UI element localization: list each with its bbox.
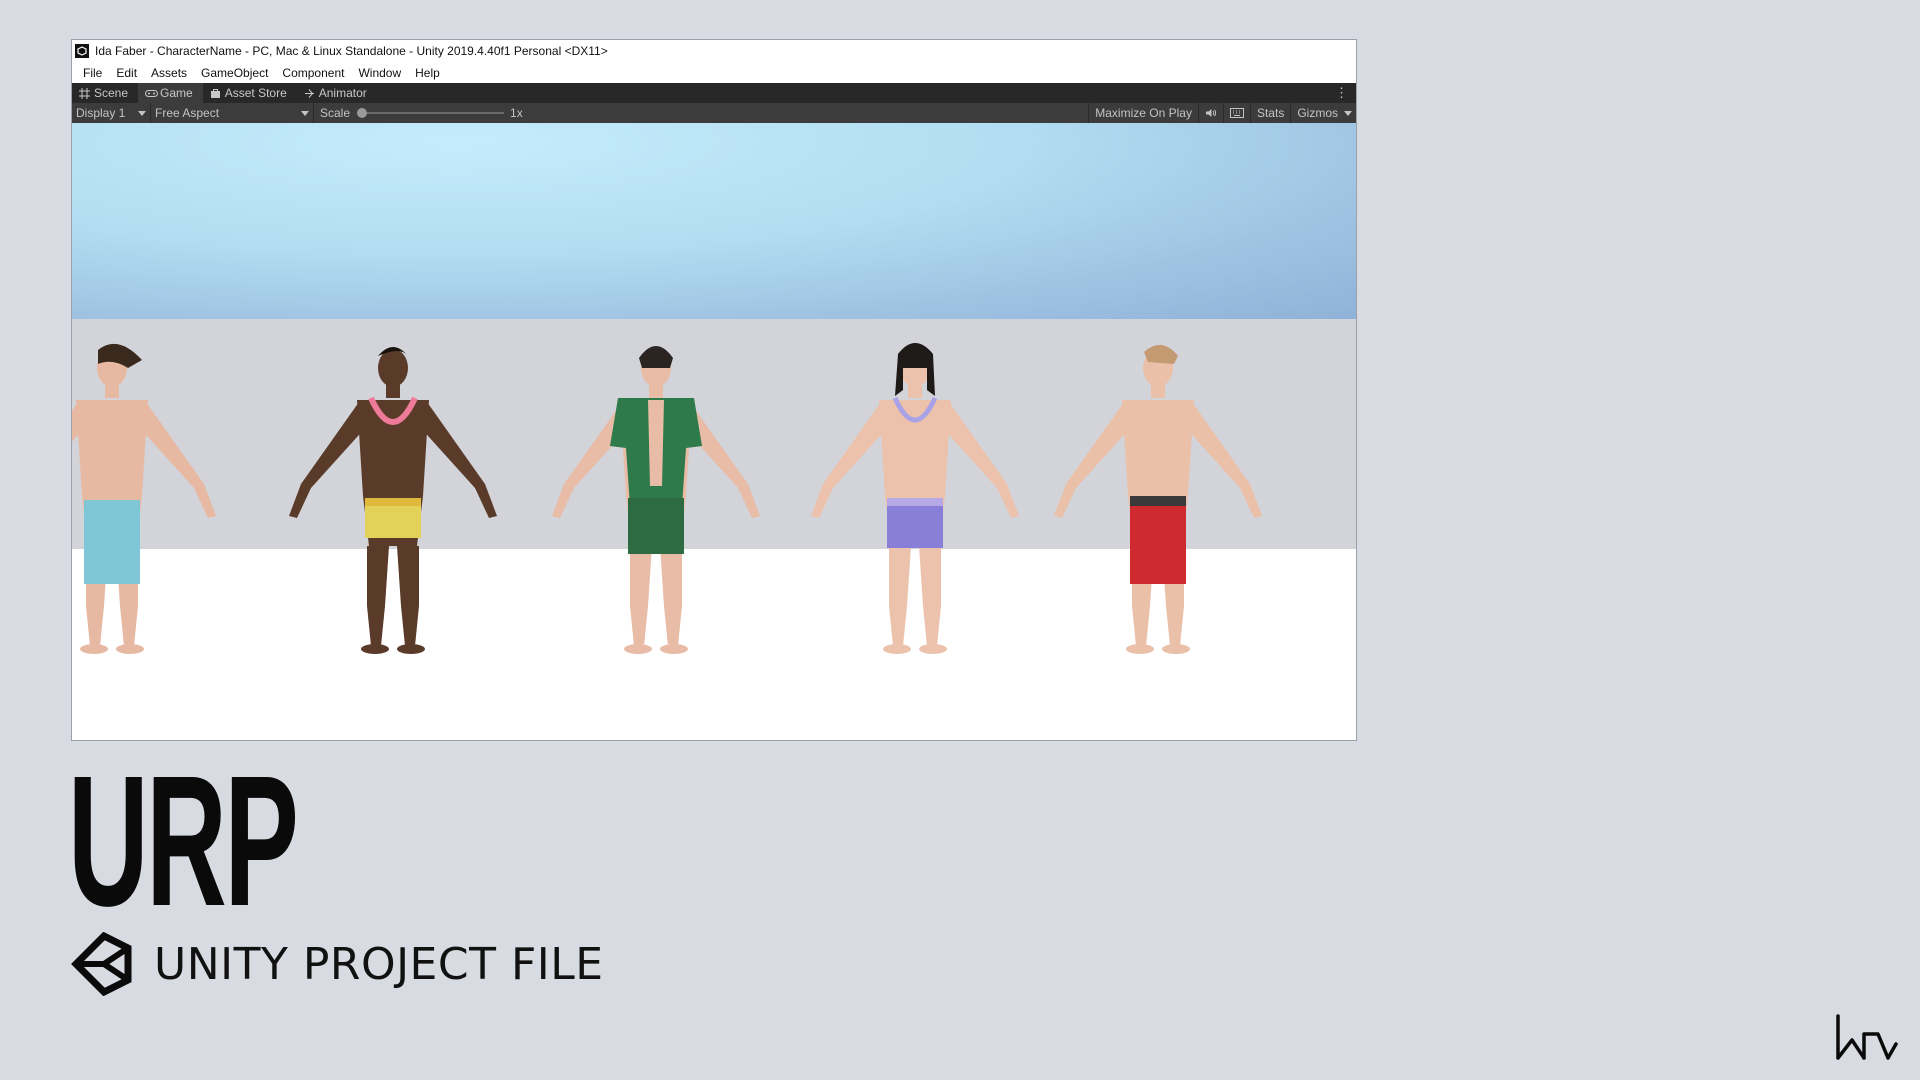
stats-label: Stats: [1256, 106, 1285, 120]
menu-bar: File Edit Assets GameObject Component Wi…: [72, 62, 1356, 83]
scale-slider-handle[interactable]: [357, 108, 368, 118]
scale-label: Scale: [320, 106, 351, 120]
tab-asset-store-label: Asset Store: [224, 86, 287, 100]
mute-audio-toggle[interactable]: [1197, 103, 1223, 123]
keyboard-icon: [1229, 108, 1244, 118]
shortcuts-toggle[interactable]: [1222, 103, 1250, 123]
character-3: [552, 346, 760, 654]
speaker-icon: [1205, 109, 1217, 117]
project-file-subtitle: UNITY PROJECT FILE: [154, 938, 604, 990]
display-dropdown[interactable]: Display 1: [72, 103, 150, 123]
chevron-down-icon: [301, 111, 309, 116]
chevron-down-icon: [1344, 111, 1352, 116]
title-bar: Ida Faber - CharacterName - PC, Mac & Li…: [72, 40, 1356, 62]
character-1: [72, 343, 216, 654]
character-5: [1054, 344, 1262, 654]
kebab-menu-icon[interactable]: ⋮: [1335, 85, 1348, 101]
menu-file[interactable]: File: [76, 66, 109, 80]
game-view-toolbar: Display 1 Free Aspect Scale 1x Maximize …: [72, 103, 1356, 124]
scale-slider[interactable]: [357, 108, 505, 118]
tab-animator[interactable]: Animator: [297, 83, 377, 103]
subtitle-row: UNITY PROJECT FILE: [70, 932, 604, 996]
menu-edit[interactable]: Edit: [109, 66, 144, 80]
window-title: Ida Faber - CharacterName - PC, Mac & Li…: [95, 44, 608, 58]
aspect-dropdown-label: Free Aspect: [155, 106, 220, 120]
aspect-dropdown[interactable]: Free Aspect: [151, 103, 313, 123]
menu-help[interactable]: Help: [408, 66, 447, 80]
menu-assets[interactable]: Assets: [144, 66, 194, 80]
stats-toggle[interactable]: Stats: [1249, 103, 1290, 123]
scale-value: 1x: [510, 106, 523, 120]
gizmos-label: Gizmos: [1297, 106, 1338, 120]
tab-scene-label: Scene: [94, 86, 129, 100]
maximize-on-play-toggle[interactable]: Maximize On Play: [1088, 103, 1198, 123]
ida-faber-logo: [1836, 1014, 1898, 1060]
menu-window[interactable]: Window: [351, 66, 408, 80]
editor-tab-bar: Scene Game Asset Store Animator ⋮: [72, 83, 1356, 103]
gamepad-icon: [145, 88, 159, 99]
chevron-down-icon: [138, 111, 146, 116]
grid-icon: [79, 87, 90, 99]
animator-icon: [304, 88, 315, 99]
tab-game-label: Game: [160, 86, 193, 100]
shopping-bag-icon: [210, 88, 221, 99]
unity-logo-icon: [71, 932, 132, 996]
unity-app-icon: [75, 44, 89, 58]
menu-gameobject[interactable]: GameObject: [194, 66, 275, 80]
tab-game[interactable]: Game: [138, 83, 203, 103]
unity-editor-window: Ida Faber - CharacterName - PC, Mac & Li…: [71, 39, 1357, 741]
tab-scene[interactable]: Scene: [72, 83, 138, 103]
display-dropdown-label: Display 1: [76, 106, 126, 120]
character-4: [811, 343, 1019, 654]
tab-asset-store[interactable]: Asset Store: [203, 83, 297, 103]
game-viewport[interactable]: [72, 123, 1356, 740]
tab-animator-label: Animator: [318, 86, 367, 100]
gizmos-dropdown[interactable]: Gizmos: [1290, 103, 1356, 123]
menu-component[interactable]: Component: [275, 66, 351, 80]
character-lineup: [72, 343, 1262, 654]
maximize-on-play-label: Maximize On Play: [1095, 106, 1192, 120]
pipeline-title: URP: [68, 738, 299, 945]
character-2: [289, 347, 497, 654]
